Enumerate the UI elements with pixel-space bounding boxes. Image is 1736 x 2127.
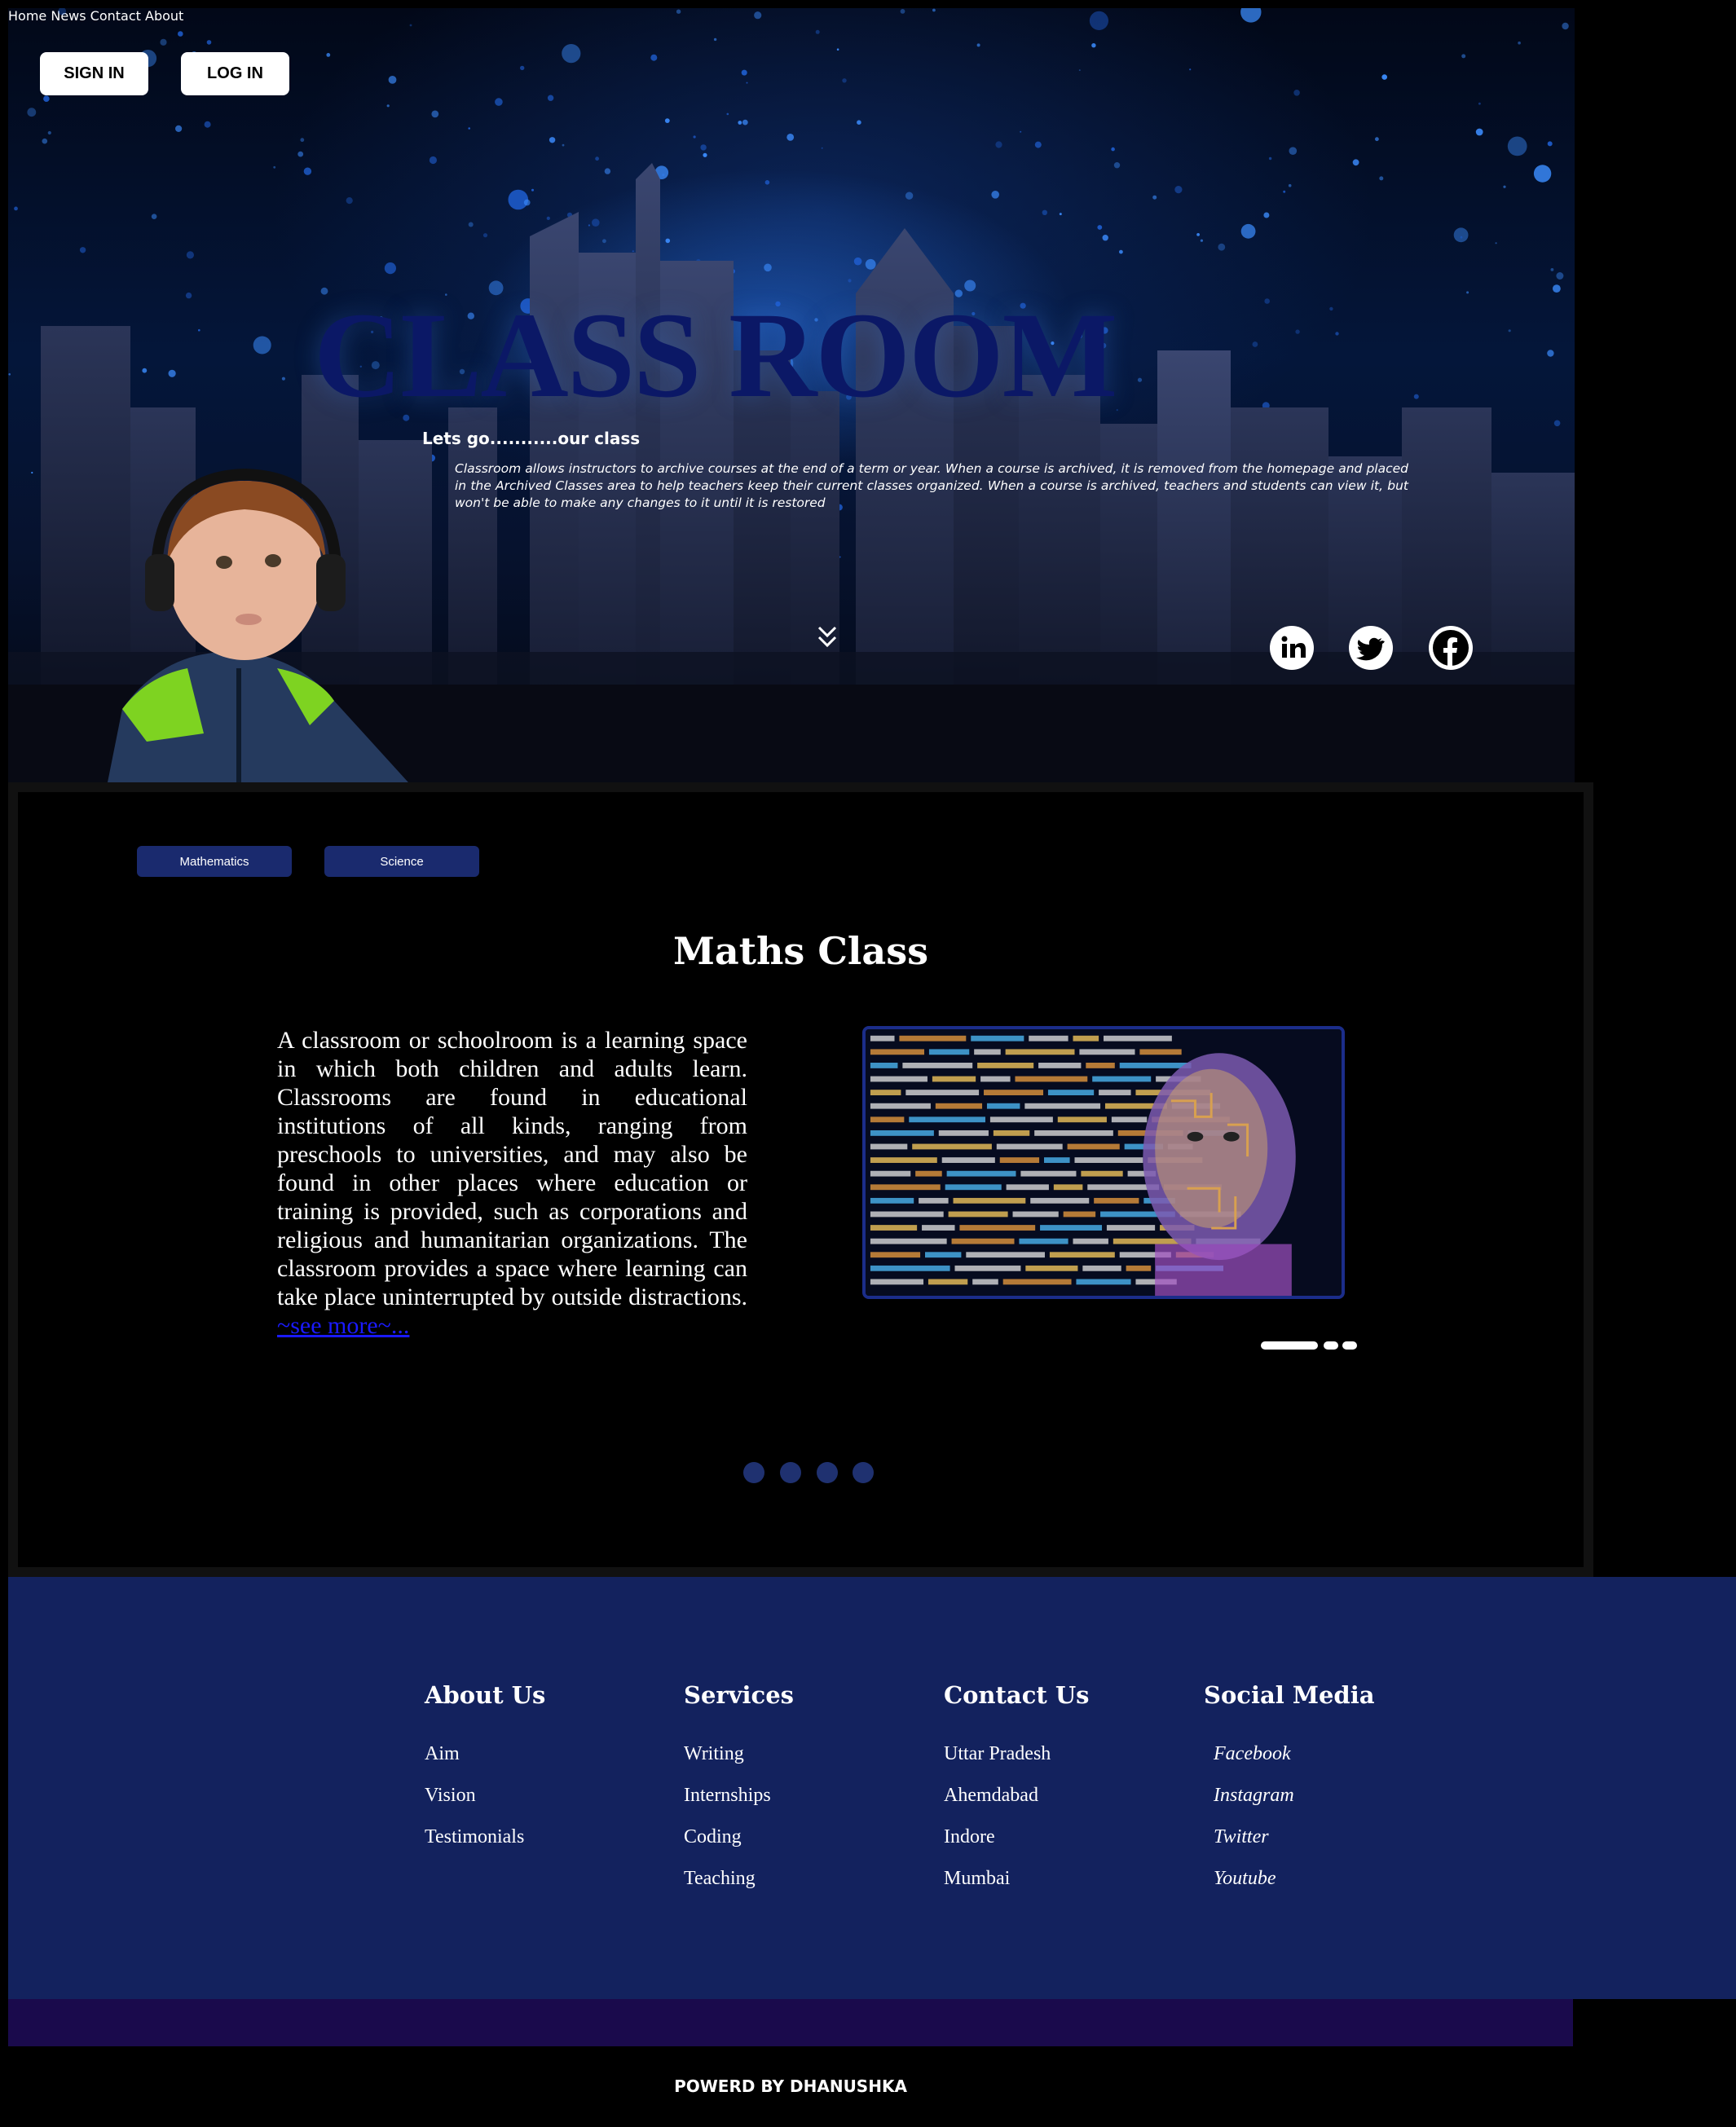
powered-by-text: POWERD BY DHANUSHKA (674, 2076, 907, 2096)
twitter-icon[interactable] (1349, 626, 1393, 670)
class-body-text: A classroom or schoolroom is a learning … (277, 1027, 747, 1310)
footer-heading: Services (684, 1681, 794, 1709)
sign-in-button[interactable]: SIGN IN (40, 52, 148, 95)
pagination-dot[interactable] (853, 1462, 874, 1483)
child-with-headphones-image (108, 468, 408, 782)
ai-code-image (862, 1026, 1345, 1299)
footer-heading: About Us (425, 1681, 546, 1709)
footer-link-internships[interactable]: Internships (684, 1785, 794, 1826)
carousel-indicator[interactable] (1324, 1341, 1338, 1350)
hero-banner: SIGN IN LOG IN Home News Contact About C… (8, 8, 1575, 782)
footer-link-teaching[interactable]: Teaching (684, 1868, 794, 1909)
footer-link-uttar-pradesh[interactable]: Uttar Pradesh (944, 1743, 1089, 1785)
footer-strip (8, 1999, 1573, 2046)
footer-link-indore[interactable]: Indore (944, 1826, 1089, 1868)
hero-title: CLASS ROOM (314, 288, 1117, 423)
log-in-button[interactable]: LOG IN (181, 52, 289, 95)
class-title: Maths Class (672, 929, 928, 973)
code-robot-illustration (866, 1029, 1342, 1296)
footer-link-twitter[interactable]: Twitter (1204, 1826, 1375, 1868)
site-footer: About Us Aim Vision Testimonials Service… (8, 1577, 1736, 1999)
footer-heading: Contact Us (944, 1681, 1090, 1709)
footer-heading: Social Media (1204, 1681, 1375, 1709)
footer-link-ahemdabad[interactable]: Ahemdabad (944, 1785, 1089, 1826)
carousel-indicator[interactable] (1342, 1341, 1357, 1350)
hero-description: Classroom allows instructors to archive … (455, 461, 1408, 510)
tab-science[interactable]: Science (324, 846, 479, 877)
see-more-link[interactable]: ~see more~... (277, 1312, 409, 1339)
footer-link-writing[interactable]: Writing (684, 1743, 794, 1785)
footer-link-facebook[interactable]: Facebook (1204, 1743, 1375, 1785)
class-panel: Mathematics Science Maths Class A classr… (8, 782, 1593, 1577)
pagination-dot[interactable] (817, 1462, 838, 1483)
footer-services-column: Services Writing Internships Coding Teac… (684, 1681, 794, 1909)
carousel-indicator-active[interactable] (1261, 1341, 1318, 1350)
pagination-dot[interactable] (743, 1462, 764, 1483)
footer-link-youtube[interactable]: Youtube (1204, 1868, 1375, 1909)
hero-subtitle: Lets go...........our class (422, 429, 641, 448)
tab-mathematics[interactable]: Mathematics (137, 846, 292, 877)
class-description: A classroom or schoolroom is a learning … (277, 1026, 747, 1340)
footer-link-instagram[interactable]: Instagram (1204, 1785, 1375, 1826)
footer-link-testimonials[interactable]: Testimonials (425, 1826, 545, 1868)
footer-contact-column: Contact Us Uttar Pradesh Ahemdabad Indor… (944, 1681, 1089, 1909)
footer-social-column: Social Media Facebook Instagram Twitter … (1204, 1681, 1375, 1909)
double-chevron-down-icon[interactable] (811, 621, 844, 654)
linkedin-icon[interactable] (1270, 626, 1314, 670)
pagination-dot[interactable] (780, 1462, 801, 1483)
facebook-icon[interactable] (1429, 626, 1473, 670)
footer-link-aim[interactable]: Aim (425, 1743, 545, 1785)
footer-link-vision[interactable]: Vision (425, 1785, 545, 1826)
footer-about-column: About Us Aim Vision Testimonials (425, 1681, 545, 1868)
footer-link-mumbai[interactable]: Mumbai (944, 1868, 1089, 1909)
footer-link-coding[interactable]: Coding (684, 1826, 794, 1868)
